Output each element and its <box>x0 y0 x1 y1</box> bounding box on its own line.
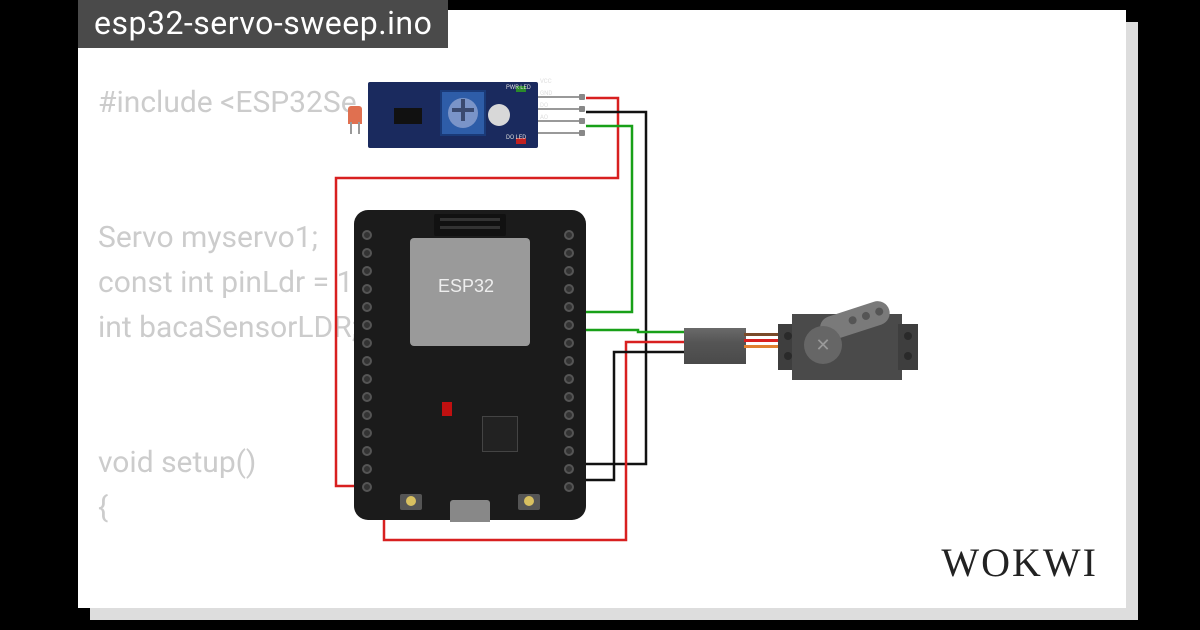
esp32-pin-right-2[interactable] <box>564 266 574 276</box>
ldr-label-doled: DO LED <box>506 134 526 141</box>
esp32-pin-left-1[interactable] <box>362 248 372 258</box>
esp32-pin-right-6[interactable] <box>564 338 574 348</box>
esp32-pin-left-13[interactable] <box>362 464 372 474</box>
esp32-pin-right-9[interactable] <box>564 392 574 402</box>
esp32-pin-left-8[interactable] <box>362 374 372 384</box>
esp32-pins-right[interactable] <box>562 230 580 500</box>
ldr-mount-hole-icon <box>488 104 510 126</box>
code-line: void setup() <box>98 445 256 480</box>
esp32-pin-left-0[interactable] <box>362 230 372 240</box>
code-line: Servo myservo1; <box>98 220 318 255</box>
esp32-pin-right-13[interactable] <box>564 464 574 474</box>
esp32-pin-left-5[interactable] <box>362 320 372 330</box>
ldr-label-pwrled: PWR LED <box>506 84 531 91</box>
brand-logo: WOKWI <box>941 539 1098 586</box>
esp32-pins-left[interactable] <box>360 230 378 500</box>
ldr-pinlabel-gnd: GND <box>540 90 552 97</box>
project-card: #include <ESP32Se Servo myservo1; const … <box>78 10 1126 608</box>
esp32-usb-port-icon <box>450 500 490 522</box>
esp32-boot-button[interactable] <box>518 494 540 510</box>
code-line: int bacaSensorLDR; <box>98 310 358 345</box>
servo-connector[interactable] <box>684 328 746 364</box>
esp32-pin-right-1[interactable] <box>564 248 574 258</box>
esp32-antenna-icon <box>434 214 506 236</box>
ldr-comparator-ic <box>394 108 422 124</box>
esp32-pin-right-14[interactable] <box>564 482 574 492</box>
ldr-pin-ao[interactable] <box>538 132 582 134</box>
esp32-pin-left-12[interactable] <box>362 446 372 456</box>
esp32-pin-right-5[interactable] <box>564 320 574 330</box>
esp32-pin-left-9[interactable] <box>362 392 372 402</box>
esp32-pin-right-12[interactable] <box>564 446 574 456</box>
esp32-pin-left-7[interactable] <box>362 356 372 366</box>
esp32-pin-left-14[interactable] <box>362 482 372 492</box>
servo-mount-tab <box>898 324 918 370</box>
esp32-pin-right-10[interactable] <box>564 410 574 420</box>
esp32-en-button[interactable] <box>400 494 422 510</box>
esp32-pin-right-11[interactable] <box>564 428 574 438</box>
code-line: #include <ESP32Se <box>98 85 357 120</box>
esp32-power-led-icon <box>442 402 452 416</box>
esp32-pin-left-6[interactable] <box>362 338 372 348</box>
esp32-chip-label: ESP32 <box>438 276 494 297</box>
esp32-pin-right-3[interactable] <box>564 284 574 294</box>
servo-motor[interactable] <box>684 300 914 390</box>
esp32-pin-right-0[interactable] <box>564 230 574 240</box>
esp32-board[interactable]: ESP32 <box>354 210 586 520</box>
esp32-pin-left-2[interactable] <box>362 266 372 276</box>
code-line: const int pinLdr = 19; <box>98 265 377 300</box>
esp32-pin-left-3[interactable] <box>362 284 372 294</box>
ldr-pinlabel-vcc: VCC <box>540 78 552 85</box>
code-line: { <box>98 490 108 525</box>
esp32-pin-right-7[interactable] <box>564 356 574 366</box>
ldr-pinlabel-do: DO <box>540 102 548 109</box>
esp32-pin-left-10[interactable] <box>362 410 372 420</box>
esp32-pin-right-8[interactable] <box>564 374 574 384</box>
esp32-pin-right-4[interactable] <box>564 302 574 312</box>
ldr-module[interactable]: PWR LED DO LED VCC GND DO AO <box>348 76 588 156</box>
ldr-pinlabel-ao: AO <box>540 114 548 121</box>
esp32-pin-left-11[interactable] <box>362 428 372 438</box>
esp32-usb-chip <box>482 416 518 452</box>
filename-tab: esp32-servo-sweep.ino <box>78 0 448 48</box>
servo-hub-icon <box>804 326 842 364</box>
esp32-pin-left-4[interactable] <box>362 302 372 312</box>
